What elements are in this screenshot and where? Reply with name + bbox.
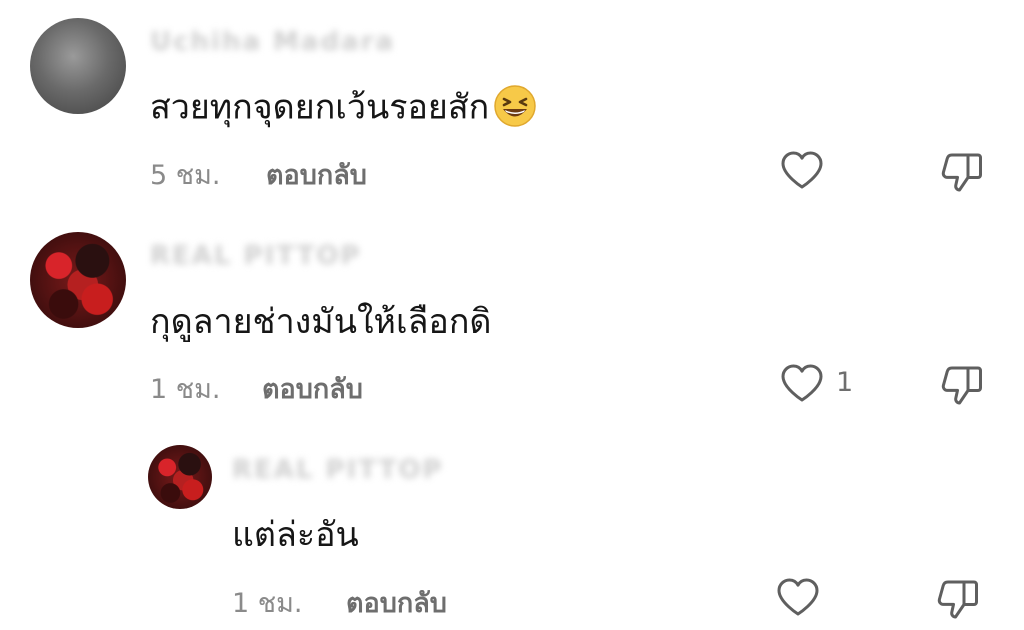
comment-username[interactable]: REAL PITTOP [232,455,443,485]
heart-outline-icon [781,364,823,402]
thumbs-down-outline-icon [941,366,982,405]
reply-button[interactable]: ตอบกลับ [266,153,367,196]
dislike-button[interactable] [938,360,986,408]
like-button[interactable] [774,574,822,622]
comment-timestamp: 1 ชม. [232,588,303,619]
comment-text: แต่ล่ะอัน [232,515,359,555]
comment-username[interactable]: REAL PITTOP [150,241,361,271]
avatar[interactable] [30,18,126,114]
like-count: 1 [836,367,854,398]
reply-button[interactable]: ตอบกลับ [262,367,363,410]
dislike-button[interactable] [938,147,986,195]
dislike-button[interactable] [934,574,982,622]
comments-thread: Uchiha Madara สวยทุกจุดยกเว้นรอยสัก 5 ชม… [0,0,1024,630]
comment-username[interactable]: Uchiha Madara [150,27,395,57]
reply-button[interactable]: ตอบกลับ [346,581,447,624]
comment-text: สวยทุกจุดยกเว้นรอยสัก [150,85,537,131]
comment-text: กุดูลายช่างมันให้เลือกดิ [150,302,492,342]
avatar[interactable] [30,232,126,328]
comment-text-content: สวยทุกจุดยกเว้นรอยสัก [150,87,490,128]
like-button[interactable] [778,147,826,195]
thumbs-down-outline-icon [941,153,982,192]
avatar[interactable] [148,445,212,509]
heart-outline-icon [777,578,819,616]
comment-timestamp: 1 ชม. [150,374,221,405]
like-button[interactable] [778,360,826,408]
heart-outline-icon [781,151,823,189]
thumbs-down-outline-icon [937,580,978,619]
grinning-squinting-face-icon [494,85,536,127]
comment-timestamp: 5 ชม. [150,160,221,191]
